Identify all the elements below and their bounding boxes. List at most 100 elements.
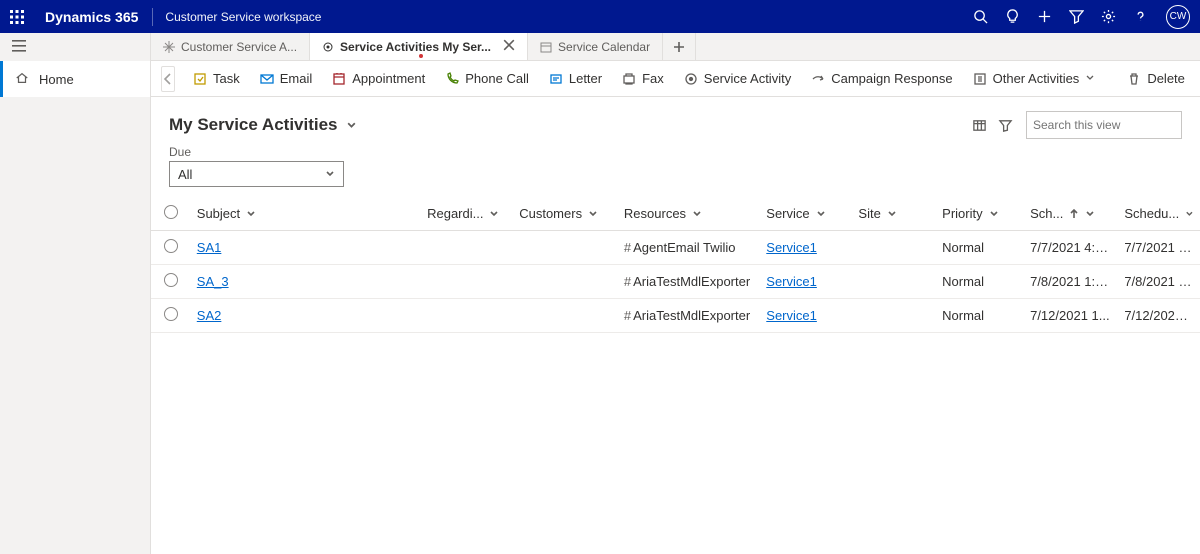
service-link[interactable]: Service1 [766,308,817,323]
service-link[interactable]: Service1 [766,274,817,289]
cell-sched-end: 7/7/2021 5:4... [1118,231,1200,265]
subject-link[interactable]: SA_3 [197,274,229,289]
cmd-label: Email [280,71,313,86]
row-select[interactable] [151,299,191,333]
table-row[interactable]: SA1#AgentEmail TwilioService1Normal7/7/2… [151,231,1200,265]
chevron-down-icon [246,209,256,219]
search-input[interactable] [1033,118,1188,132]
row-select[interactable] [151,231,191,265]
cmd-phone-call[interactable]: Phone Call [437,65,537,93]
col-subject[interactable]: Subject [191,197,421,231]
tab-label: Customer Service A... [181,40,297,54]
cmd-delete[interactable]: Delete [1119,65,1193,93]
gear-icon[interactable] [1092,0,1124,33]
col-priority[interactable]: Priority [936,197,1024,231]
cell-customers [513,231,618,265]
view-title: My Service Activities [169,115,338,135]
chevron-down-icon [816,209,826,219]
cmd-label: Task [213,71,240,86]
avatar[interactable]: CW [1166,5,1190,29]
edit-columns-icon[interactable] [966,112,992,138]
filter-value: All [178,167,192,182]
cmd-service-activity[interactable]: Service Activity [676,65,799,93]
sparkle-icon [163,41,175,53]
chevron-down-icon [989,209,999,219]
filter-icon[interactable] [992,112,1018,138]
unsaved-indicator [419,54,423,58]
cell-customers [513,299,618,333]
col-label: Schedu... [1124,206,1179,221]
brand-link[interactable]: Dynamics 365 [33,9,150,25]
subject-link[interactable]: SA2 [197,308,222,323]
tab-label: Service Calendar [558,40,650,54]
cell-sched-end: 7/8/2021 2:3... [1118,265,1200,299]
col-site[interactable]: Site [852,197,936,231]
cmd-label: Appointment [352,71,425,86]
service-link[interactable]: Service1 [766,240,817,255]
table-row[interactable]: SA_3#AriaTestMdlExporterService1Normal7/… [151,265,1200,299]
add-icon[interactable] [1028,0,1060,33]
cell-regarding [421,231,513,265]
cmd-campaign-response[interactable]: Campaign Response [803,65,960,93]
col-regarding[interactable]: Regardi... [421,197,513,231]
chevron-down-icon [325,169,335,179]
filter-due-select[interactable]: All [169,161,344,187]
col-sched-end[interactable]: Schedu... [1118,197,1200,231]
col-customers[interactable]: Customers [513,197,618,231]
view-selector[interactable]: My Service Activities [169,115,357,135]
cmd-label: Delete [1147,71,1185,86]
cell-sched-end: 7/12/2021 1... [1118,299,1200,333]
cell-resources: #AriaTestMdlExporter [618,299,760,333]
cmd-fax[interactable]: Fax [614,65,672,93]
tab-label: Service Activities My Ser... [340,40,491,54]
table-row[interactable]: SA2#AriaTestMdlExporterService1Normal7/1… [151,299,1200,333]
cmd-task[interactable]: Task [185,65,248,93]
col-label: Service [766,206,809,221]
col-sched-start[interactable]: Sch... [1024,197,1118,231]
cmd-label: Service Activity [704,71,791,86]
row-select[interactable] [151,265,191,299]
search-icon[interactable] [964,0,996,33]
col-label: Subject [197,206,240,221]
close-icon[interactable] [503,39,515,54]
hamburger-icon[interactable] [0,33,150,61]
lightbulb-icon[interactable] [996,0,1028,33]
tab-service-calendar[interactable]: Service Calendar [528,33,663,60]
cmd-appointment[interactable]: Appointment [324,65,433,93]
cell-customers [513,265,618,299]
left-nav: Home [0,33,151,554]
cmd-other-activities[interactable]: Other Activities [965,65,1104,93]
filter-icon[interactable] [1060,0,1092,33]
cell-sched-start: 7/7/2021 4:4... [1024,231,1118,265]
home-icon [15,71,29,88]
calendar-icon [540,41,552,53]
cell-regarding [421,299,513,333]
arrow-up-icon [1069,209,1079,219]
cell-regarding [421,265,513,299]
cell-sched-start: 7/8/2021 1:3... [1024,265,1118,299]
workspace-tabs: Customer Service A... Service Activities… [151,33,1200,61]
tab-customer-service-agent[interactable]: Customer Service A... [151,33,310,60]
tab-service-activities[interactable]: Service Activities My Ser... [310,33,528,60]
cmd-email[interactable]: Email [252,65,321,93]
app-launcher-icon[interactable] [0,0,33,33]
chevron-down-icon [1185,209,1194,219]
help-icon[interactable] [1124,0,1156,33]
cmd-label: Phone Call [465,71,529,86]
global-topbar: Dynamics 365 Customer Service workspace … [0,0,1200,33]
subject-link[interactable]: SA1 [197,240,222,255]
cmd-letter[interactable]: Letter [541,65,610,93]
nav-home[interactable]: Home [0,61,150,97]
chevron-down-icon [1085,71,1095,86]
col-service[interactable]: Service [760,197,852,231]
new-tab-button[interactable] [663,33,696,60]
col-label: Priority [942,206,982,221]
back-button[interactable] [161,66,175,92]
col-resources[interactable]: Resources [618,197,760,231]
chevron-down-icon [887,209,897,219]
chevron-down-icon [1085,209,1095,219]
search-view[interactable] [1026,111,1182,139]
cmd-label: Fax [642,71,664,86]
command-bar: Task Email Appointment Phone Call Letter… [151,61,1200,97]
select-all[interactable] [151,197,191,231]
